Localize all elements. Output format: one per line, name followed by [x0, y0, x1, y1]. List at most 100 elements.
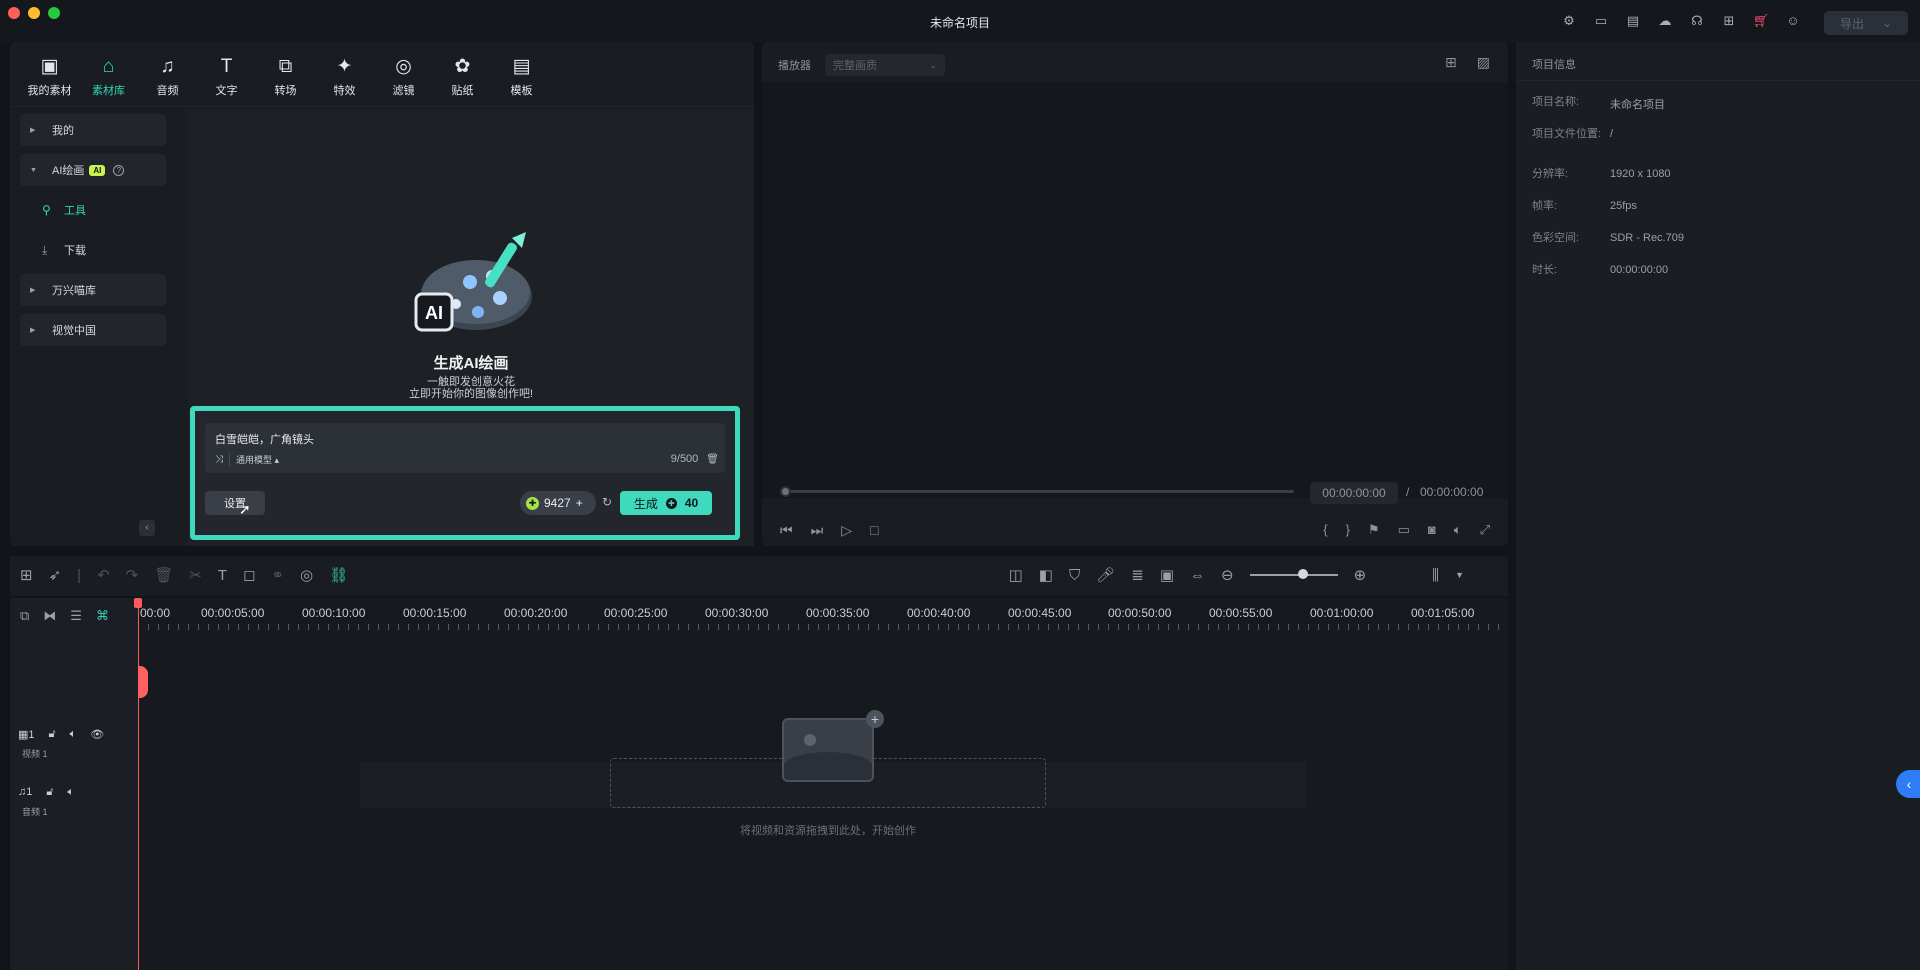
settings-button[interactable]: 设置	[205, 491, 265, 515]
microphone-icon[interactable]: 🎤︎	[1096, 566, 1115, 584]
ai-effects-icon[interactable]: ◎	[300, 566, 313, 584]
sidebar-item-ai-paint[interactable]: ▼ AI绘画 AI?	[20, 154, 166, 186]
quality-select[interactable]: 完整画质 ⌄	[825, 54, 945, 76]
ai-render-icon[interactable]: ◧	[1039, 566, 1053, 584]
ruler-label: 00:00:50:00	[1108, 606, 1172, 620]
video-track-icon: ▦1	[18, 729, 35, 741]
image-sun	[804, 734, 816, 746]
prompt-text[interactable]: 白雪皑皑，广角镜头	[215, 431, 314, 447]
prompt-input[interactable]: 白雪皑皑，广角镜头 ⤨ 通用模型 ▴ 9/500 🗑︎	[205, 423, 725, 473]
expand-panel-button[interactable]: ‹	[1896, 770, 1920, 798]
next-frame-icon[interactable]: ⏭︎	[811, 522, 824, 539]
cut-icon[interactable]: ✂	[189, 566, 202, 584]
eye-icon[interactable]: 👁︎	[90, 728, 104, 741]
crop-icon[interactable]: ◻	[243, 566, 255, 584]
scrub-bar[interactable]	[780, 486, 1294, 497]
stop-icon[interactable]: □	[870, 522, 878, 539]
sidebar-item-download[interactable]: ⤓ 下载	[20, 234, 166, 266]
hero-subtitle-line1: 一触即发创意火花	[427, 376, 515, 388]
volume-icon[interactable]: 🔈︎	[68, 786, 75, 799]
track-manager-icon[interactable]: ☰	[70, 608, 82, 624]
image-icon[interactable]: ▨	[1477, 54, 1490, 71]
time-ruler[interactable]: 00:00 00:00:05:00 00:00:10:00 00:00:15:0…	[138, 606, 1508, 632]
add-track-icon[interactable]: ⧉	[20, 608, 29, 624]
account-icon[interactable]: ☺	[1784, 12, 1802, 30]
audio-list-icon[interactable]: ≣	[1131, 566, 1144, 584]
model-label: 通用模型	[236, 454, 273, 465]
zoom-out-icon[interactable]: ⊖	[1221, 566, 1234, 584]
fit-icon[interactable]: ⇔	[1190, 567, 1205, 584]
playhead-handle[interactable]	[134, 598, 142, 608]
tab-audio[interactable]: ♫ 音频	[138, 56, 197, 104]
generate-button[interactable]: 生成 ✚ 40	[620, 491, 712, 515]
layout-grid-icon[interactable]: ⊞	[20, 566, 33, 584]
tab-stock-media[interactable]: ⌂ 素材库	[79, 56, 138, 104]
redo-icon[interactable]: ↷	[126, 566, 139, 584]
shuffle-icon[interactable]: ⤨	[215, 454, 223, 465]
refresh-icon[interactable]: ↻	[602, 495, 612, 509]
chevron-down-icon[interactable]: ▼	[1455, 570, 1464, 580]
zoom-slider[interactable]	[1249, 569, 1338, 579]
select-tool-icon[interactable]: ➶	[49, 566, 62, 584]
undo-icon[interactable]: ↶	[97, 566, 110, 584]
app-window: 未命名项目 ⚙ ▭ ▤ ☁ ☊ ⊞ 🛒︎ ☺ 导出 ⌄ ▣ 我的素材 ⌂ 素材库 ♫…	[0, 0, 1920, 970]
cloud-upload-icon[interactable]: ☁	[1656, 12, 1674, 30]
sidebar-item-tools[interactable]: ⚲ 工具	[20, 194, 166, 226]
tab-text[interactable]: T 文字	[197, 56, 256, 104]
title-bar: 未命名项目 ⚙ ▭ ▤ ☁ ☊ ⊞ 🛒︎ ☺ 导出 ⌄	[0, 0, 1920, 42]
support-icon[interactable]: ☊	[1688, 12, 1706, 30]
tab-my-media[interactable]: ▣ 我的素材	[20, 56, 79, 104]
text-tool-icon[interactable]: T	[218, 567, 227, 584]
help-icon[interactable]: ?	[113, 164, 125, 176]
pip-icon[interactable]: ▣	[1160, 566, 1174, 584]
export-button[interactable]: 导出 ⌄	[1824, 11, 1908, 35]
render-icon[interactable]: ◫	[1009, 566, 1023, 584]
zoom-in-icon[interactable]: ⊕	[1354, 566, 1367, 584]
delete-icon[interactable]: 🗑︎	[154, 566, 173, 584]
grid-view-icon[interactable]: ⊞	[1445, 54, 1457, 71]
snapshot-icon[interactable]: ◙	[1428, 522, 1436, 538]
save-icon[interactable]: ▤	[1624, 12, 1642, 30]
tab-stickers[interactable]: ✿ 贴纸	[433, 56, 492, 104]
trash-icon[interactable]: 🗑︎	[706, 454, 719, 465]
zoom-slider-knob[interactable]	[1297, 569, 1308, 579]
play-icon[interactable]: ▷	[841, 522, 852, 539]
tab-transitions[interactable]: ⧉ 转场	[256, 56, 315, 104]
snap-icon[interactable]: ⌘	[96, 608, 109, 624]
project-settings-icon[interactable]: ⚙	[1560, 12, 1578, 30]
tab-effects[interactable]: ✦ 特效	[315, 56, 374, 104]
sidebar-item-vcg[interactable]: ▶ 视觉中国	[20, 314, 166, 346]
scrub-knob[interactable]	[780, 486, 791, 497]
ai-badge: AI	[89, 164, 106, 176]
fullscreen-icon[interactable]: ⤢	[1480, 522, 1490, 538]
apps-grid-icon[interactable]: ⊞	[1720, 12, 1738, 30]
credits-pill[interactable]: ✚ 9427 +	[520, 491, 596, 515]
lock-icon[interactable]: 🔓︎	[49, 728, 56, 741]
tab-filters[interactable]: ◎ 滤镜	[374, 56, 433, 104]
display-icon[interactable]: ▭	[1398, 522, 1410, 538]
prev-frame-icon[interactable]: ⏮︎	[780, 522, 793, 539]
lock-icon[interactable]: 🔓︎	[46, 786, 53, 799]
track-layout-icon[interactable]: ⫼	[1432, 567, 1439, 584]
link-track-icon[interactable]: ⧓	[43, 608, 56, 624]
volume-icon[interactable]: 🔈︎	[70, 728, 77, 741]
playhead[interactable]	[138, 598, 139, 970]
tab-templates[interactable]: ▤ 模板	[492, 56, 551, 104]
collapse-sidebar-button[interactable]: ‹	[139, 520, 155, 536]
shield-icon[interactable]: ⛉	[1069, 567, 1080, 584]
cart-icon[interactable]: 🛒︎	[1752, 12, 1770, 30]
add-media-icon[interactable]: +	[866, 710, 884, 728]
sidebar-item-mine[interactable]: ▶ 我的	[20, 114, 166, 146]
mark-in-icon[interactable]: {	[1323, 522, 1327, 538]
ruler-label: 00:00:15:00	[403, 606, 467, 620]
mark-out-icon[interactable]: }	[1346, 522, 1350, 538]
marker-icon[interactable]: ⚑	[1368, 522, 1380, 538]
sidebar-item-wondershare[interactable]: ▶ 万兴喵库	[20, 274, 166, 306]
color-icon[interactable]: ⚭	[271, 566, 284, 584]
coin-icon: ✚	[526, 496, 539, 510]
model-select[interactable]: 通用模型 ▴	[229, 452, 279, 466]
playhead-tab[interactable]	[138, 666, 148, 698]
volume-icon[interactable]: 🔈︎	[1454, 522, 1462, 538]
link-icon[interactable]: ⛓︎	[329, 566, 348, 584]
layout-icon[interactable]: ▭	[1592, 12, 1610, 30]
